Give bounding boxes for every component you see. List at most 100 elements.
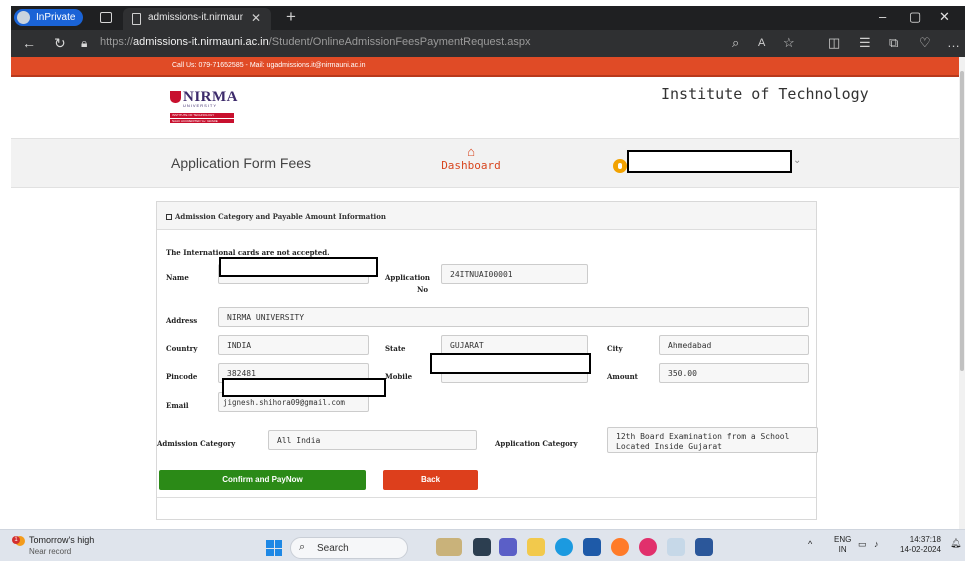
chat-icon[interactable] — [499, 538, 517, 556]
url-domain: admissions-it.nirmauni.ac.in — [133, 36, 269, 48]
application-category-label: Application Category — [495, 439, 578, 448]
dashboard-label: Dashboard — [441, 159, 501, 172]
url-prefix: https:// — [100, 36, 134, 48]
application-category-field: 12th Board Examination from a School Loc… — [607, 427, 818, 453]
address-field: NIRMA UNIVERSITY — [218, 307, 809, 327]
windows-start-icon[interactable] — [266, 540, 282, 556]
city-label: City — [607, 344, 623, 353]
browser-tab[interactable]: admissions-it.nirmauni.ac.in/Stuc ✕ — [123, 8, 271, 30]
tab-actions-icon[interactable] — [100, 12, 112, 23]
search-icon: ⌕ — [299, 541, 306, 553]
site-header: NIRMA UNIVERSITY INSTITUTE OF TECHNOLOGY… — [11, 77, 959, 138]
divider — [157, 497, 816, 498]
network-icon[interactable]: ▭ — [858, 539, 867, 550]
new-tab-icon[interactable]: + — [286, 7, 296, 27]
contact-text: Call Us: 079-71652585 - Mail: ugadmissio… — [172, 62, 366, 69]
nirma-logo[interactable]: NIRMA UNIVERSITY INSTITUTE OF TECHNOLOGY… — [170, 89, 238, 129]
application-no-field: 24ITNUAI00001 — [441, 264, 588, 284]
weather-badge: 1 — [12, 536, 20, 544]
amount-field: 350.00 — [659, 363, 809, 383]
inprivate-badge[interactable]: InPrivate — [14, 9, 84, 26]
copilot-icon[interactable]: ♡ — [919, 35, 931, 51]
split-screen-icon[interactable]: ◫ — [828, 35, 840, 51]
tab-title: admissions-it.nirmauni.ac.in/Stuc — [148, 12, 243, 23]
word-icon[interactable] — [695, 538, 713, 556]
institute-name: Institute of Technology — [661, 85, 869, 103]
minimize-icon[interactable]: – — [879, 9, 886, 24]
url-path: /Student/OnlineAdmissionFeesPaymentReque… — [268, 36, 531, 48]
time: 14:37:18 — [909, 535, 941, 544]
confirm-and-pay-button[interactable]: Confirm and PayNow — [159, 470, 366, 490]
app-icon[interactable] — [639, 538, 657, 556]
redacted-mobile — [430, 353, 591, 374]
chevron-down-icon[interactable]: ⌄ — [793, 155, 801, 166]
logo-band: INSTITUTE OF TECHNOLOGY — [170, 113, 234, 118]
favorites-icon[interactable]: ☰ — [859, 35, 871, 51]
city-field: Ahmedabad — [659, 335, 809, 355]
chevron-up-icon[interactable]: ^ — [808, 539, 812, 549]
redacted-name — [219, 257, 378, 277]
contact-bar: Call Us: 079-71652585 - Mail: ugadmissio… — [11, 57, 959, 77]
weather-line-1[interactable]: Tomorrow's high — [29, 535, 94, 545]
pincode-label: Pincode — [166, 372, 198, 381]
sub-navigation: Application Form Fees ⌂ Dashboard ⌄ — [11, 138, 959, 188]
weather-icon[interactable]: 1 — [12, 536, 26, 552]
restore-icon[interactable]: ▢ — [909, 9, 921, 25]
firefox-icon[interactable] — [611, 538, 629, 556]
user-icon[interactable] — [613, 159, 627, 173]
taskbar-search[interactable]: ⌕ Search — [290, 537, 408, 559]
scrollbar-thumb[interactable] — [960, 71, 964, 371]
favorite-star-icon[interactable]: ☆ — [783, 35, 795, 51]
language-indicator[interactable]: ENG IN — [834, 535, 851, 555]
widgets-icon[interactable] — [436, 538, 462, 556]
dashboard-link[interactable]: ⌂ Dashboard — [441, 145, 501, 172]
country-label: Country — [166, 344, 198, 353]
logo-sub: UNIVERSITY — [183, 103, 218, 108]
state-field: GUJARAT — [441, 335, 588, 355]
notification-bell-icon[interactable]: 🔔︎ — [950, 538, 961, 549]
edge-icon[interactable] — [555, 538, 573, 556]
page-scrollbar[interactable] — [959, 57, 965, 529]
refresh-icon[interactable]: ↻ — [54, 35, 66, 52]
zoom-icon[interactable]: ⌕ — [732, 35, 739, 51]
address-bar[interactable]: https://admissions-it.nirmauni.ac.in/Stu… — [100, 36, 530, 48]
close-window-icon[interactable]: ✕ — [939, 9, 950, 25]
taskbar: 1 Tomorrow's high Near record ⌕ Search ^… — [0, 529, 965, 561]
shield-icon — [170, 91, 181, 103]
more-icon[interactable]: … — [947, 35, 960, 50]
clock[interactable]: 14:37:18 14-02-2024 — [900, 535, 941, 555]
file-explorer-icon[interactable] — [527, 538, 545, 556]
collections-icon[interactable]: ⧉ — [889, 35, 898, 51]
mobile-label: Mobile — [385, 372, 413, 381]
profile-icon — [17, 11, 30, 24]
address-label: Address — [166, 316, 198, 325]
back-arrow-icon[interactable]: ← — [22, 35, 36, 51]
lock-icon[interactable]: 🔒︎ — [81, 36, 87, 51]
logo-band-2: NAAC ACCREDITED 'A+' GRADE — [170, 119, 234, 123]
application-no-label-2: No — [417, 285, 429, 294]
date: 14-02-2024 — [900, 545, 941, 554]
checkbox-icon — [166, 214, 172, 220]
network-app-icon[interactable] — [667, 538, 685, 556]
close-tab-icon[interactable]: ✕ — [251, 11, 261, 25]
payment-info-panel: Admission Category and Payable Amount In… — [156, 201, 818, 520]
card-note: The International cards are not accepted… — [166, 248, 330, 257]
state-label: State — [385, 344, 406, 353]
volume-icon[interactable]: ♪ — [874, 539, 879, 549]
store-icon[interactable] — [583, 538, 601, 556]
page-title: Application Form Fees — [171, 155, 312, 171]
amount-label: Amount — [607, 372, 638, 381]
back-button[interactable]: Back — [383, 470, 478, 490]
admission-category-label: Admission Category — [157, 439, 236, 448]
home-icon: ⌂ — [467, 144, 475, 159]
search-label: Search — [317, 543, 349, 554]
redacted-username — [627, 150, 792, 173]
name-label: Name — [166, 273, 189, 282]
tab-strip: InPrivate admissions-it.nirmauni.ac.in/S… — [11, 6, 965, 30]
weather-line-2[interactable]: Near record — [29, 547, 71, 556]
panel-heading: Admission Category and Payable Amount In… — [157, 202, 816, 230]
navigation-bar: ← ↻ 🔒︎ https://admissions-it.nirmauni.ac… — [11, 30, 965, 57]
web-page: Call Us: 079-71652585 - Mail: ugadmissio… — [11, 57, 959, 529]
read-aloud-icon[interactable]: A — [758, 37, 765, 49]
task-view-icon[interactable] — [473, 538, 491, 556]
